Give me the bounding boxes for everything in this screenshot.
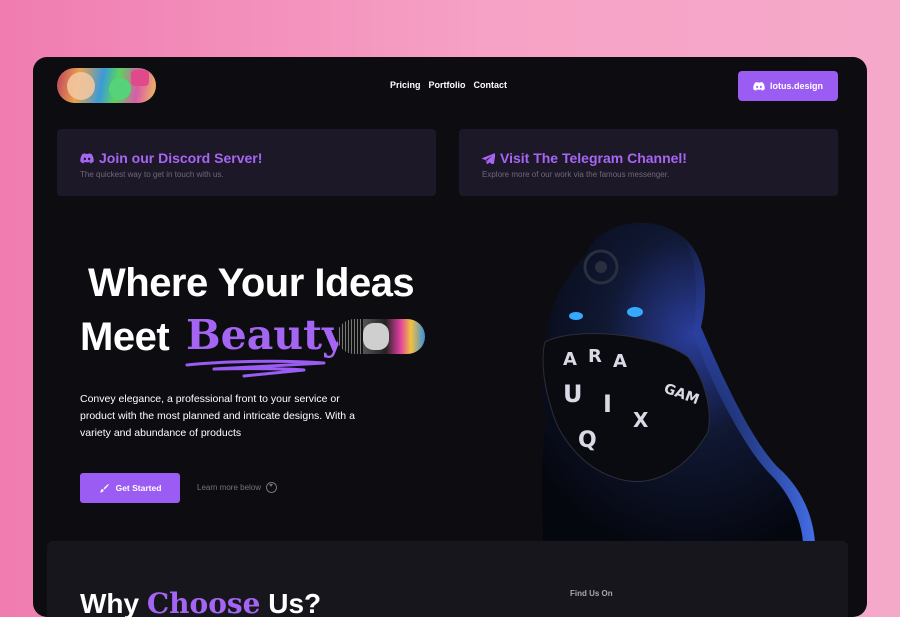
discord-icon <box>753 81 765 91</box>
svg-text:X: X <box>633 408 649 432</box>
brush-icon <box>99 483 109 492</box>
svg-text:R: R <box>588 346 602 367</box>
get-started-button[interactable]: Get Started <box>80 473 180 503</box>
learn-more-link[interactable]: Learn more below <box>197 482 278 493</box>
svg-text:A: A <box>563 349 577 370</box>
logo-figure-1 <box>67 72 95 100</box>
section-heading-start: Why <box>80 588 140 617</box>
svg-text:Q: Q <box>578 428 597 453</box>
get-started-label: Get Started <box>115 483 162 493</box>
svg-text:I: I <box>603 390 612 418</box>
hero-image-pill <box>337 319 425 354</box>
statue-illustration: A R A U I X GAM Q <box>541 222 815 542</box>
logo-figure-3 <box>131 70 149 86</box>
hero-heading-line-1: Where Your Ideas <box>88 261 415 305</box>
find-us-label: Find Us On <box>570 589 613 598</box>
app-window: Pricing Portfolio Contact lotus.design J… <box>33 57 867 617</box>
features-section: Why Choose Us? Find Us On <box>47 541 848 617</box>
nav-portfolio[interactable]: Portfolio <box>429 80 466 90</box>
hero-heading-accent: Beauty <box>186 311 346 359</box>
lotus-design-button[interactable]: lotus.design <box>738 71 838 101</box>
discord-card-title-text: Join our Discord Server! <box>99 150 263 166</box>
discord-card[interactable]: Join our Discord Server! The quickest wa… <box>57 129 436 196</box>
discord-card-title: Join our Discord Server! <box>80 150 262 166</box>
brand-logo[interactable] <box>57 68 156 103</box>
section-heading-accent: Choose <box>146 587 261 617</box>
telegram-icon <box>482 152 495 164</box>
telegram-card[interactable]: Visit The Telegram Channel! Explore more… <box>459 129 838 196</box>
nav-pricing[interactable]: Pricing <box>390 80 421 90</box>
hero-description: Convey elegance, a professional front to… <box>80 393 355 439</box>
svg-text:U: U <box>563 380 583 408</box>
discord-card-subtitle: The quickest way to get in touch with us… <box>80 170 224 179</box>
lotus-design-label: lotus.design <box>769 81 823 91</box>
pill-stripes <box>337 319 363 354</box>
telegram-card-title: Visit The Telegram Channel! <box>482 150 687 166</box>
nav-contact[interactable]: Contact <box>474 80 508 90</box>
section-heading-end: Us? <box>268 588 322 617</box>
hero-heading-line-2: Meet <box>80 315 170 359</box>
telegram-card-title-text: Visit The Telegram Channel! <box>500 150 687 166</box>
logo-figure-2 <box>109 78 131 100</box>
learn-more-label: Learn more below <box>197 483 262 492</box>
arrow-down-circle-icon <box>266 482 278 493</box>
pill-face-image <box>363 323 389 350</box>
main-nav: Pricing Portfolio Contact <box>390 80 507 90</box>
underline-squiggle <box>185 359 326 378</box>
telegram-card-subtitle: Explore more of our work via the famous … <box>482 170 670 179</box>
discord-icon <box>80 152 94 163</box>
svg-text:A: A <box>613 351 627 372</box>
section-heading: Why Choose Us? <box>80 587 321 617</box>
